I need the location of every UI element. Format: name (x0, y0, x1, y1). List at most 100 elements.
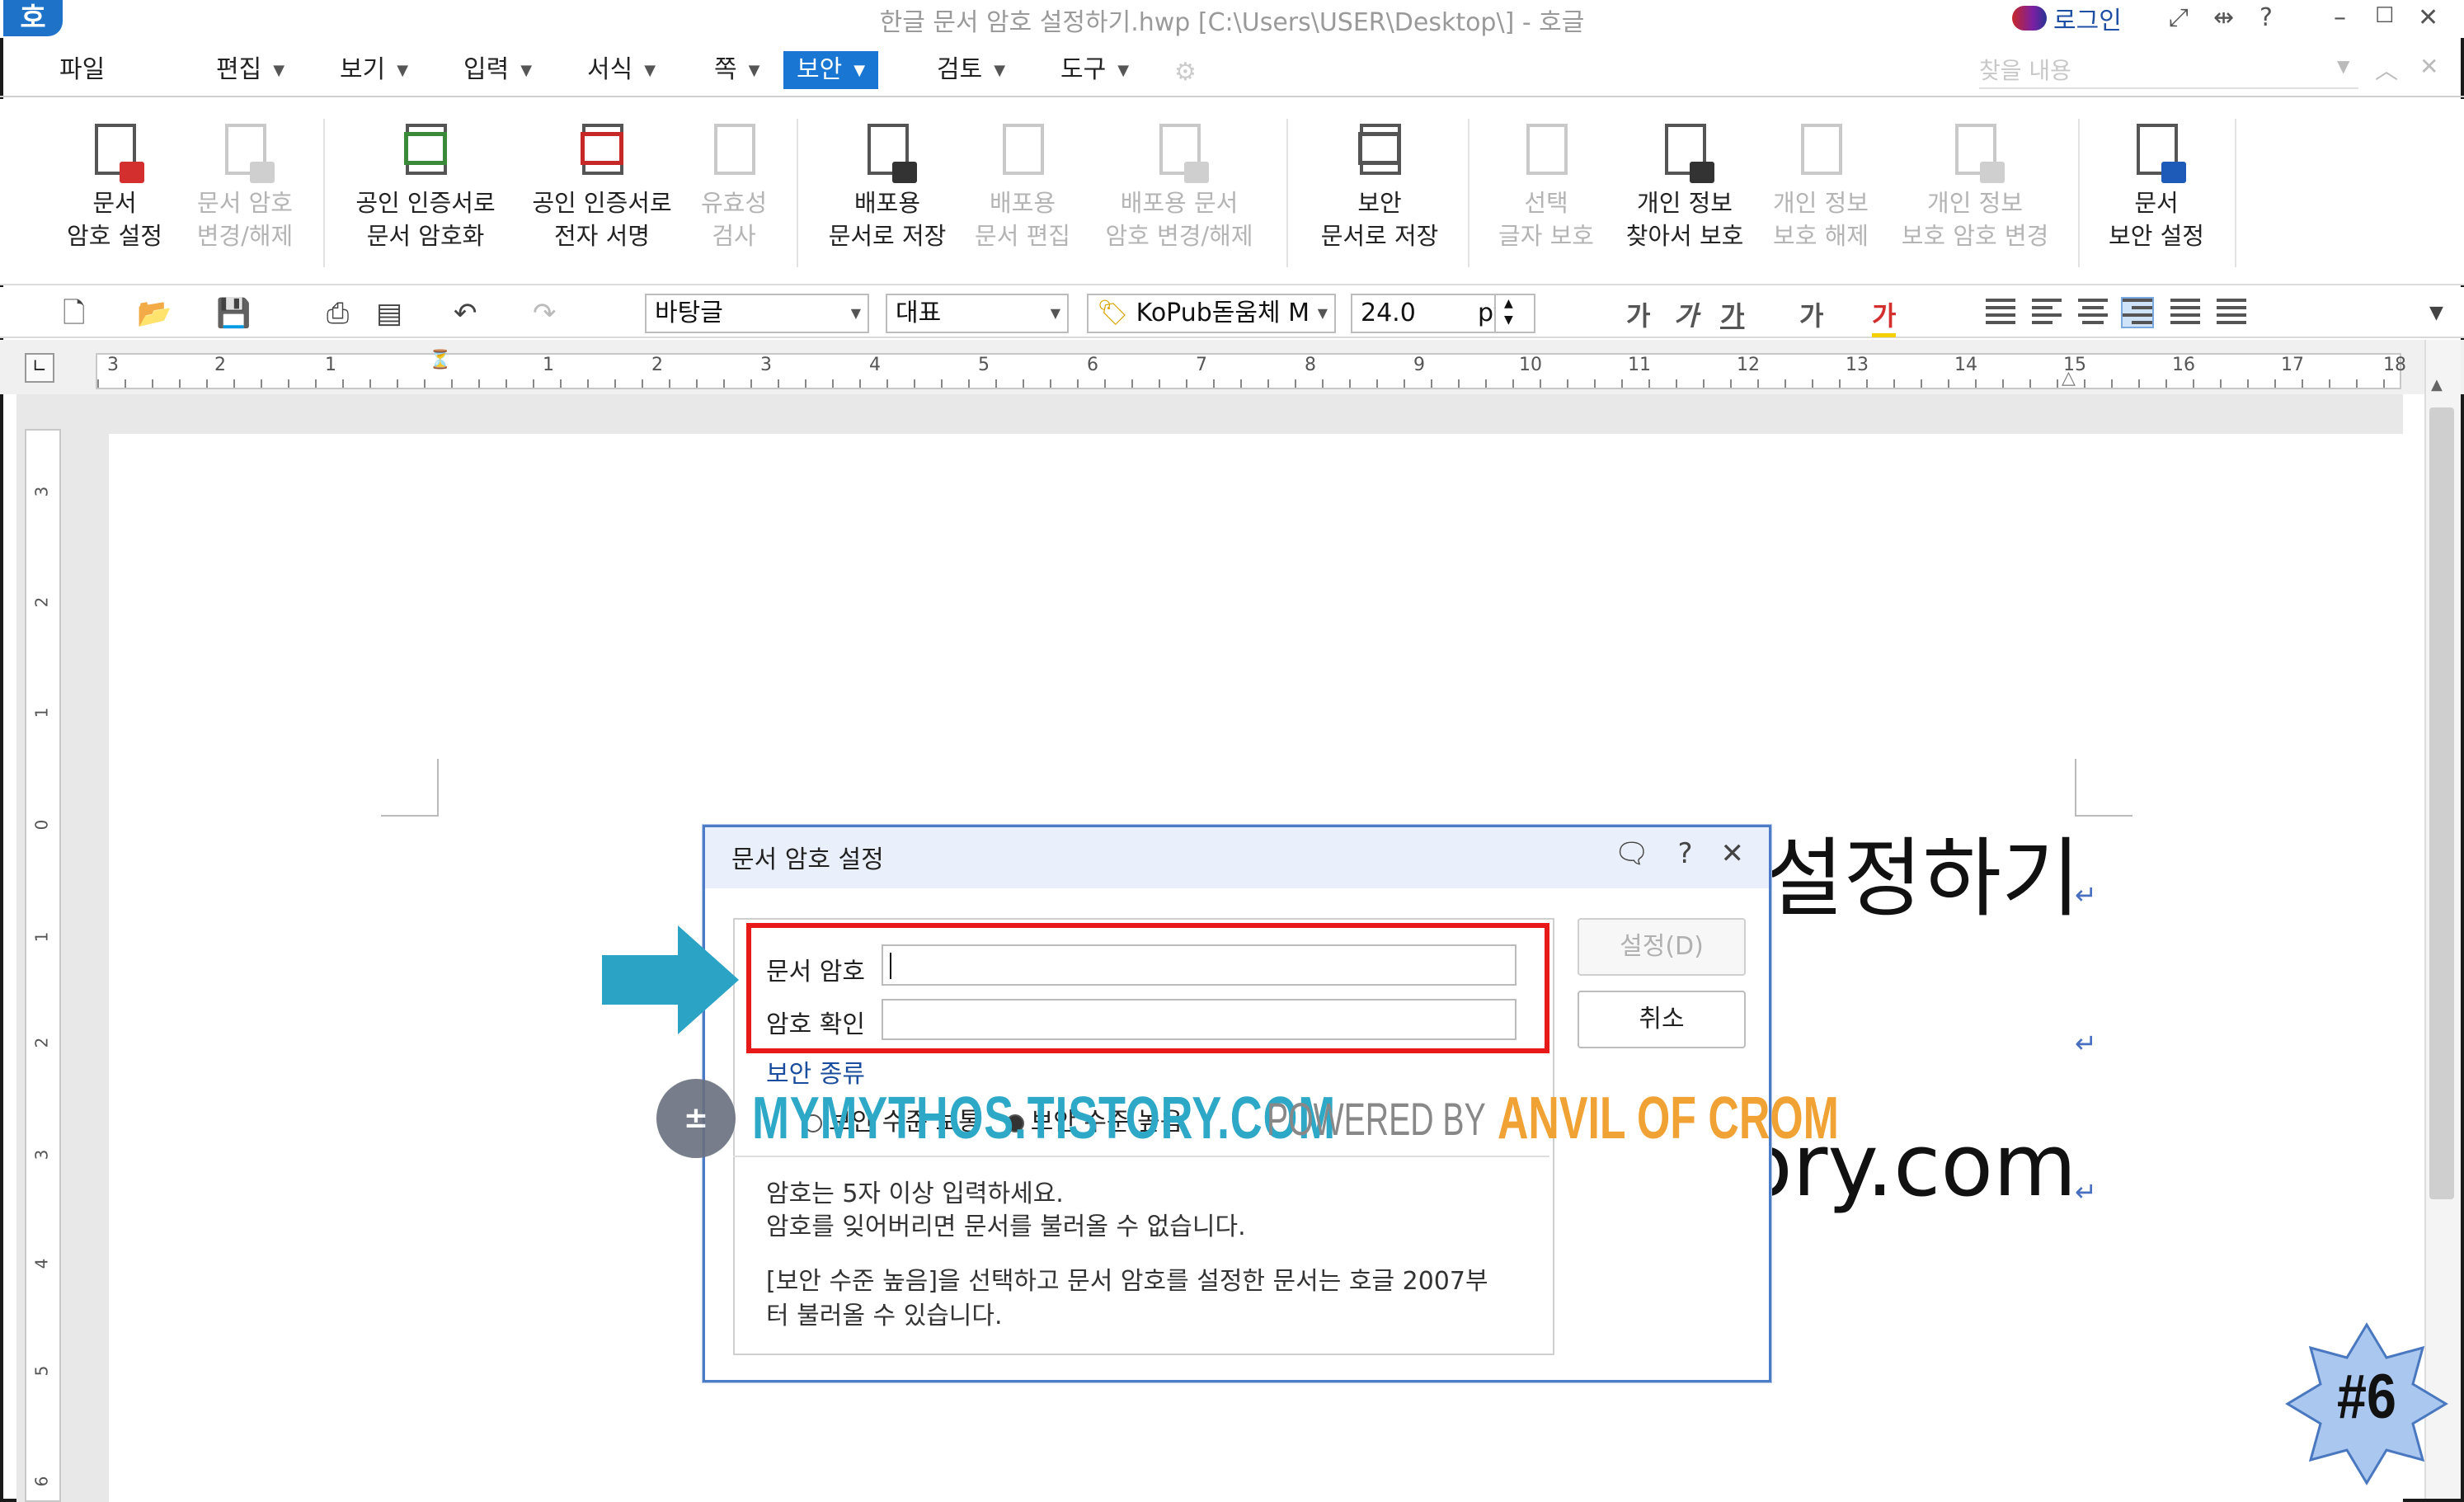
privacy-password-button[interactable]: 개인 정보 보호 암호 변경 (1888, 120, 2062, 252)
save-icon[interactable]: 💾 (216, 297, 251, 330)
maximize-button[interactable]: ☐ (2375, 3, 2394, 28)
scrollbar-thumb[interactable] (2429, 407, 2454, 1199)
login-button[interactable]: 로그인 (2012, 2, 2122, 35)
distribute-save-icon (858, 120, 917, 183)
doc-security-icon (2127, 120, 2186, 183)
doc-security-button[interactable]: 문서 보안 설정 (2095, 120, 2218, 252)
ribbon-collapse-icon[interactable]: ︿ (2375, 53, 2398, 86)
note-line: 암호를 잊어버리면 문서를 불러올 수 없습니다. (766, 1212, 1246, 1241)
comment-icon[interactable]: 🗨 (1614, 837, 1649, 870)
note-line: 암호는 5자 이상 입력하세요. (766, 1179, 1064, 1208)
align-right-icon[interactable] (2121, 297, 2154, 328)
privacy-find-icon (1655, 120, 1714, 183)
menu-edit[interactable]: 편집 ▼ (216, 51, 284, 89)
strike-button[interactable]: 가 (1799, 295, 1823, 333)
privacy-find-button[interactable]: 개인 정보 찾아서 보호 (1616, 120, 1753, 252)
watermark-site: MYMYTHOS.TISTORY.COM (752, 1085, 1337, 1151)
secure-save-button[interactable]: 보안 문서로 저장 (1303, 120, 1456, 252)
distribute-lock-icon (1150, 120, 1209, 183)
text-color-button[interactable]: 가 (1872, 295, 1897, 337)
menu-tools[interactable]: 도구 ▼ (1060, 51, 1129, 89)
split-align-icon[interactable] (2217, 299, 2246, 327)
cancel-button[interactable]: 취소 (1578, 991, 1746, 1048)
cert-sign-button[interactable]: 공인 인증서로 전자 서명 (520, 120, 684, 252)
ribbon-separator (1286, 119, 1288, 267)
distribute-edit-button[interactable]: 배포용 문서 편집 (965, 120, 1080, 252)
return-mark: ↵ (2075, 1028, 2097, 1059)
left-indent-marker[interactable]: ⏳ (429, 350, 451, 370)
help-icon[interactable]: ? (2259, 3, 2273, 32)
doc-password-change-button[interactable]: 문서 암호 변경/해제 (186, 120, 303, 252)
preview-icon[interactable]: ▤ (376, 297, 402, 330)
menu-file[interactable]: 파일 (59, 51, 105, 89)
dialog-help-icon[interactable]: ? (1677, 837, 1692, 870)
distribute-password-button[interactable]: 배포용 문서 암호 변경/해제 (1089, 120, 1270, 252)
distribute-icon[interactable] (2170, 299, 2200, 327)
menu-view[interactable]: 보기 ▼ (340, 51, 408, 89)
menu-security[interactable]: 보안 ▼ (783, 51, 879, 89)
dialog-title: 문서 암호 설정 (731, 845, 884, 874)
title-bar: 호 한글 문서 암호 설정하기.hwp [C:\Users\USER\Deskt… (0, 0, 2464, 38)
new-doc-icon[interactable]: 🗋 (63, 297, 85, 330)
style-select[interactable]: 바탕글 ▼ (645, 294, 869, 333)
menu-page[interactable]: 쪽 ▼ (714, 51, 759, 89)
watermark-brand: ANVIL OF CROM (1497, 1085, 1839, 1151)
menu-format[interactable]: 서식 ▼ (587, 51, 656, 89)
cert-encrypt-icon (396, 120, 455, 183)
ribbon-separator (2078, 119, 2080, 267)
fit-width-icon[interactable]: ⇹ (2213, 3, 2234, 32)
doc-password-set-button[interactable]: 문서 암호 설정 (56, 120, 173, 252)
return-mark: ↵ (2075, 1176, 2097, 1208)
validate-button[interactable]: 유효성 검사 (684, 120, 783, 252)
ribbon-separator (797, 119, 798, 267)
ribbon-separator (2235, 119, 2236, 267)
validate-icon (704, 120, 764, 183)
secure-save-icon (1350, 120, 1409, 183)
font-size-stepper[interactable]: ▲ ▼ (1494, 294, 1535, 333)
menu-insert[interactable]: 입력 ▼ (463, 51, 532, 89)
note-line: [보안 수준 높음]을 선택하고 문서 암호를 설정한 문서는 호글 2007부 (766, 1267, 1488, 1296)
menu-review[interactable]: 검토 ▼ (937, 51, 1005, 89)
right-indent-marker[interactable]: △ (2062, 368, 2076, 388)
fullscreen-icon[interactable]: ⤢ (2169, 3, 2189, 32)
dialog-close-icon[interactable]: ✕ (1721, 837, 1745, 870)
cert-sign-icon (572, 120, 632, 183)
italic-button[interactable]: 가 (1674, 295, 1698, 333)
privacy-unprotect-button[interactable]: 개인 정보 보호 해제 (1761, 120, 1880, 252)
underline-button[interactable]: 가 (1720, 295, 1744, 333)
redo-icon[interactable]: ↷ (533, 297, 557, 330)
find-dropdown-icon[interactable]: ▼ (2337, 56, 2349, 76)
tab-type-icon[interactable]: ∟ (25, 353, 54, 383)
open-folder-icon[interactable]: 📂 (137, 297, 172, 330)
minimize-button[interactable]: – (2334, 3, 2346, 32)
toolbar-expand-icon[interactable]: ▼ (2429, 297, 2443, 330)
align-left-icon[interactable] (2032, 299, 2062, 327)
bold-button[interactable]: 가 (1626, 295, 1650, 333)
doc-lock-change-icon (215, 120, 275, 183)
pointer-arrow-icon (602, 925, 739, 1034)
ribbon-separator (1468, 119, 1469, 267)
document-title-text[interactable]: 설정하기 (1765, 808, 2081, 933)
distribute-save-button[interactable]: 배포용 문서로 저장 (816, 120, 958, 252)
justify-icon[interactable] (1986, 299, 2015, 327)
align-center-icon[interactable] (2078, 299, 2108, 327)
cert-encrypt-button[interactable]: 공인 인증서로 문서 암호화 (343, 120, 508, 252)
font-size-input[interactable]: 24.0 pt (1351, 294, 1503, 333)
margin-corner (381, 759, 439, 817)
vertical-ruler[interactable]: 3 2 1 0 1 2 3 4 5 6 (25, 429, 61, 1502)
login-label: 로그인 (2053, 7, 2122, 35)
ribbon-separator (323, 119, 325, 267)
extension-icon[interactable]: ⚙ (1174, 58, 1197, 87)
language-select[interactable]: 대표 ▼ (886, 294, 1069, 333)
close-button[interactable]: ✕ (2418, 3, 2438, 32)
close-doc-icon[interactable]: ✕ (2419, 53, 2438, 80)
find-input[interactable]: 찾을 내용 (1979, 53, 2358, 89)
print-icon[interactable]: ⎙ (327, 297, 349, 330)
set-button[interactable]: 설정(D) (1578, 918, 1746, 976)
scroll-up-icon[interactable]: ▲ (2431, 376, 2443, 393)
watermark-powered: POWERED BY (1267, 1092, 1486, 1145)
watermark: ± MYMYTHOS.TISTORY.COM POWERED BY ANVIL … (656, 1077, 1971, 1160)
undo-icon[interactable]: ↶ (454, 297, 477, 330)
font-select[interactable]: 🏷 KoPub돋움체 M ▼ (1087, 294, 1336, 333)
select-protect-button[interactable]: 선택 글자 보호 (1484, 120, 1608, 252)
